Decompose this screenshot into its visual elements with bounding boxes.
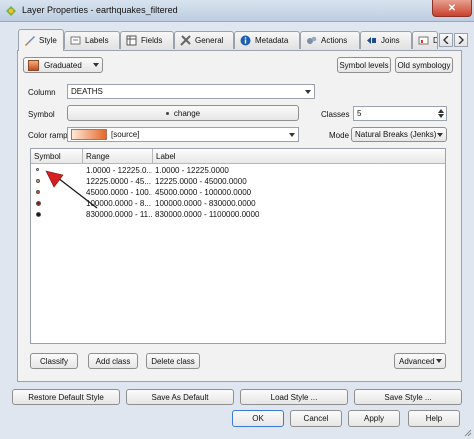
title-bar: Layer Properties - earthquakes_filtered …: [0, 0, 474, 22]
change-label: change: [173, 108, 201, 118]
tab-general[interactable]: General: [174, 31, 234, 49]
tab-scroll-left-button[interactable]: [439, 33, 453, 47]
cancel-button[interactable]: Cancel: [290, 410, 342, 427]
close-icon: ✕: [447, 2, 457, 14]
classify-button[interactable]: Classify: [30, 353, 78, 369]
table-header-label[interactable]: Label: [153, 149, 445, 164]
tab-label: Labels: [85, 36, 109, 45]
classes-label: Classes: [321, 110, 350, 119]
info-icon: [240, 35, 251, 46]
resize-grip[interactable]: [462, 427, 472, 437]
tab-joins[interactable]: Joins: [360, 31, 412, 49]
fields-icon: [126, 35, 137, 46]
color-ramp-select[interactable]: [source]: [67, 127, 299, 142]
grip-icon: [464, 429, 472, 437]
chevron-down-icon: [437, 132, 443, 137]
symbol-label: Symbol: [28, 110, 55, 119]
tab-label: Fields: [141, 36, 163, 45]
chevron-down-icon: [93, 63, 99, 67]
gears-icon: [306, 35, 317, 46]
load-style-button[interactable]: Load Style ...: [240, 389, 348, 405]
tab-label: D: [433, 36, 437, 45]
general-icon: [180, 35, 191, 46]
class-label: 12225.0000 - 45000.0000: [155, 177, 247, 186]
mode-label: Mode: [329, 131, 350, 140]
class-label: 45000.0000 - 100000.0000: [155, 188, 252, 197]
save-style-button[interactable]: Save Style ...: [354, 389, 462, 405]
advanced-menu-button[interactable]: Advanced: [394, 353, 446, 369]
column-select[interactable]: DEATHS: [67, 84, 315, 99]
tab-label: General: [195, 36, 224, 45]
tab-metadata[interactable]: Metadata: [234, 31, 300, 49]
qgis-logo-icon: [5, 5, 17, 17]
tab-diagram[interactable]: D: [412, 31, 438, 49]
mode-select[interactable]: Natural Breaks (Jenks): [351, 127, 447, 142]
classes-table[interactable]: Symbol Range Label 1.0000 - 12225.0... 1…: [30, 148, 446, 344]
spin-down-icon[interactable]: [438, 114, 444, 118]
tab-label: Joins: [381, 36, 400, 45]
classes-value: 5: [357, 109, 362, 118]
advanced-label: Advanced: [399, 356, 435, 366]
help-button[interactable]: Help: [408, 410, 460, 427]
symbol-levels-button[interactable]: Symbol levels: [337, 57, 391, 73]
add-class-button[interactable]: Add class: [88, 353, 138, 369]
class-label: 1.0000 - 12225.0000: [155, 166, 229, 175]
symbol-change-button[interactable]: change: [67, 105, 299, 121]
ok-button[interactable]: OK: [232, 410, 284, 427]
delete-class-button[interactable]: Delete class: [146, 353, 200, 369]
old-symbology-button[interactable]: Old symbology: [395, 57, 453, 73]
color-ramp-value: [source]: [111, 130, 140, 139]
apply-button[interactable]: Apply: [348, 410, 400, 427]
labels-icon: [70, 35, 81, 46]
tab-style[interactable]: Style: [18, 29, 64, 51]
color-ramp-label: Color ramp: [28, 131, 68, 140]
chevron-right-icon: [458, 36, 464, 44]
save-as-default-button[interactable]: Save As Default: [126, 389, 234, 405]
class-label: 100000.0000 - 830000.0000: [155, 199, 256, 208]
chevron-down-icon: [289, 132, 295, 137]
style-panel: Graduated Symbol levels Old symbology Co…: [17, 50, 462, 382]
tab-label: Metadata: [255, 36, 289, 45]
annotation-arrow: [45, 170, 98, 209]
tab-actions[interactable]: Actions: [300, 31, 360, 49]
column-value: DEATHS: [71, 87, 103, 96]
mode-value: Natural Breaks (Jenks): [355, 130, 437, 139]
diagram-icon: [418, 35, 429, 46]
chevron-down-icon: [436, 359, 442, 363]
window-title: Layer Properties - earthquakes_filtered: [22, 5, 178, 15]
tab-label: Style: [39, 36, 57, 45]
class-label: 830000.0000 - 1100000.0000: [155, 210, 260, 219]
tab-labels[interactable]: Labels: [64, 31, 120, 49]
chevron-left-icon: [443, 36, 449, 44]
point-symbol-icon: [165, 111, 169, 115]
tab-scroll-right-button[interactable]: [454, 33, 468, 47]
joins-icon: [366, 35, 377, 46]
tab-fields[interactable]: Fields: [120, 31, 174, 49]
color-ramp-swatch: [71, 129, 107, 140]
restore-default-style-button[interactable]: Restore Default Style: [12, 389, 120, 405]
column-label: Column: [28, 88, 56, 97]
spin-up-icon[interactable]: [438, 109, 444, 113]
renderer-label: Graduated: [44, 60, 82, 70]
classes-spinbox[interactable]: 5: [353, 106, 447, 121]
renderer-select[interactable]: Graduated: [23, 57, 103, 73]
brush-icon: [24, 35, 35, 46]
graduated-icon: [28, 59, 39, 71]
close-button[interactable]: ✕: [432, 0, 472, 17]
chevron-down-icon: [305, 89, 311, 94]
tab-label: Actions: [321, 36, 348, 45]
